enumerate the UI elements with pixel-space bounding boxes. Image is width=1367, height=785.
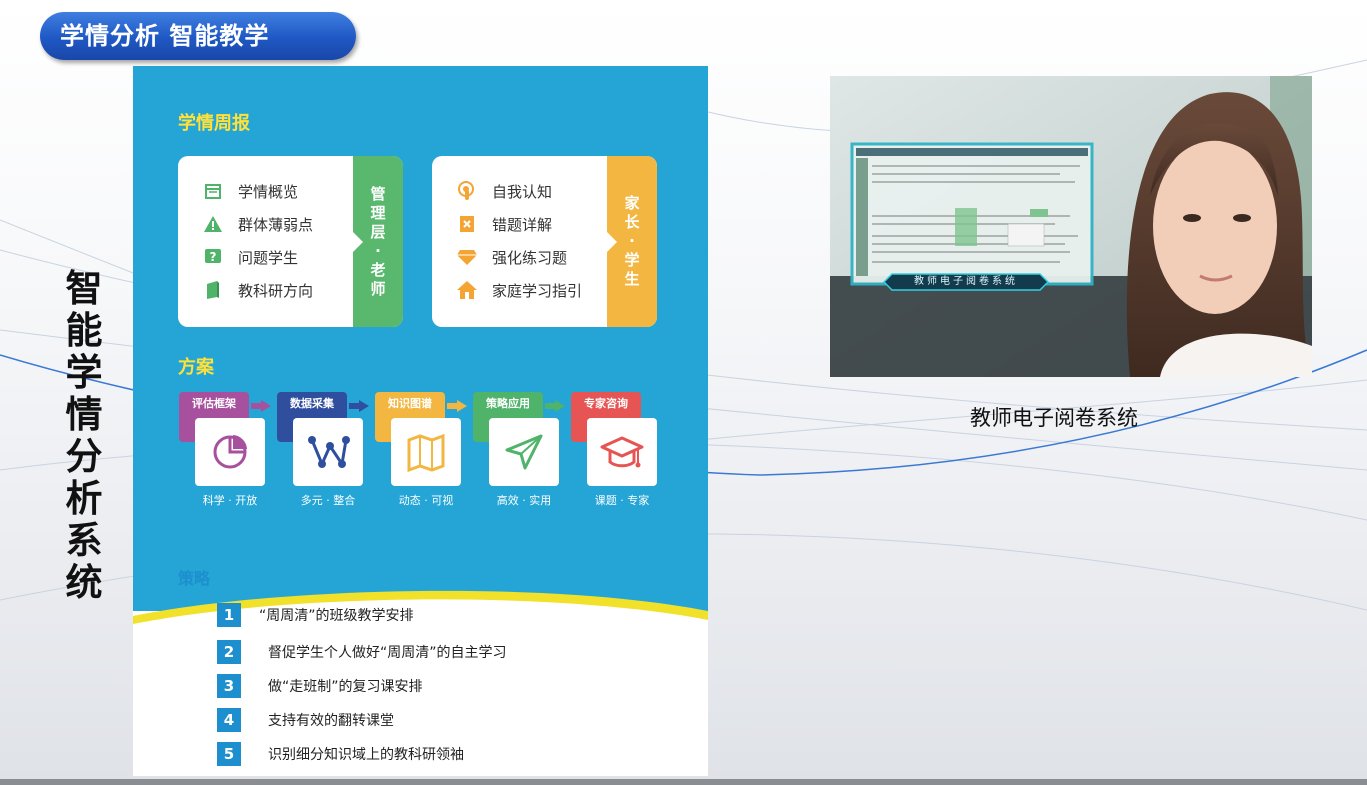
strategy-item: 2 督促学生个人做好“周周清”的自主学习: [217, 640, 507, 664]
parent-item-label: 强化练习题: [492, 248, 568, 267]
strategy-item: 3 做“走班制”的复习课安排: [217, 674, 423, 698]
tag-char: 学: [624, 251, 640, 269]
teacher-photo: 教师电子阅卷系统: [830, 76, 1312, 377]
header-title: 学情分析 智能教学: [60, 22, 270, 50]
management-item: 学情概览: [202, 178, 298, 204]
strategy-number: 2: [217, 640, 241, 664]
poster-blue-section: [133, 66, 708, 611]
management-item: 群体薄弱点: [202, 211, 313, 237]
tag-char: ·: [629, 232, 635, 250]
step-label: 评估框架: [192, 397, 236, 410]
infographic-poster: 学情周报 学情概览 群体薄弱点 ? 问题学生 教科研方向 管 理 层 · 老 师…: [133, 66, 708, 776]
side-title-char: 情: [65, 393, 103, 436]
parent-item: 家庭学习指引: [456, 277, 582, 303]
parent-item: 错题详解: [456, 211, 552, 237]
tag-char: 老: [370, 260, 386, 279]
tag-char: 层: [370, 222, 386, 241]
parent-item-label: 自我认知: [492, 182, 553, 201]
management-item-label: 学情概览: [238, 182, 299, 201]
arrow-icon: [555, 400, 565, 412]
photo-caption: 教师电子阅卷系统: [970, 406, 1138, 430]
tag-char: 师: [370, 279, 386, 298]
strategy-text: 识别细分知识域上的教科研领袖: [268, 747, 464, 763]
parent-notch: [607, 232, 617, 252]
step-caption: 课题 · 专家: [594, 494, 650, 507]
arrow-icon: [457, 400, 467, 412]
svg-text:?: ?: [210, 250, 217, 264]
step-caption: 动态 · 可视: [398, 494, 454, 507]
strategy-item: 4 支持有效的翻转课堂: [217, 708, 394, 732]
network-icon: [293, 418, 363, 486]
weekly-report-title: 学情周报: [178, 113, 250, 134]
tag-char: 理: [370, 203, 386, 222]
header-title-pill: 学情分析 智能教学: [40, 12, 356, 60]
side-vertical-title: 智 能 学 情 分 析 系 统: [62, 268, 106, 604]
strategy-text: 督促学生个人做好“周周清”的自主学习: [268, 645, 507, 661]
step-label: 知识图谱: [388, 397, 432, 410]
strategy-item: 1 “周周清”的班级教学安排: [217, 603, 414, 627]
parent-item-label: 错题详解: [492, 215, 553, 234]
arrow-icon: [359, 400, 369, 412]
photo-illustration: [830, 76, 1312, 377]
tag-char: 生: [624, 270, 640, 288]
management-card: 学情概览 群体薄弱点 ? 问题学生 教科研方向 管 理 层 · 老 师: [178, 156, 403, 327]
plan-title: 方案: [178, 357, 214, 378]
step-label: 策略应用: [486, 397, 530, 410]
management-item: ? 问题学生: [202, 244, 298, 270]
management-item-label: 群体薄弱点: [238, 215, 314, 234]
send-icon: [489, 418, 559, 486]
step-label: 数据采集: [290, 397, 334, 410]
parent-item: 自我认知: [456, 178, 552, 204]
parent-card: 自我认知 错题详解 强化练习题 家庭学习指引 家 长 · 学 生: [432, 156, 657, 327]
side-title-char: 学: [65, 351, 103, 394]
side-title-char: 能: [65, 309, 103, 352]
strategy-number: 5: [217, 742, 241, 766]
step-label: 专家咨询: [584, 397, 628, 410]
side-title-char: 系: [65, 519, 103, 562]
calendar-icon: [202, 180, 224, 202]
step-caption: 科学 · 开放: [202, 494, 258, 507]
strategy-number: 1: [217, 603, 241, 627]
management-notch: [353, 232, 363, 252]
side-title-char: 析: [65, 477, 103, 520]
warning-icon: [202, 213, 224, 235]
map-icon: [391, 418, 461, 486]
management-item-label: 问题学生: [238, 248, 299, 267]
parent-item-label: 家庭学习指引: [492, 281, 583, 300]
question-icon: ?: [202, 246, 224, 268]
strategy-text: 做“走班制”的复习课安排: [268, 679, 423, 695]
management-item: 教科研方向: [202, 277, 313, 303]
bottom-bar: [0, 779, 1367, 785]
home-icon: [456, 279, 478, 301]
side-title-char: 智: [65, 267, 103, 310]
step-caption: 高效 · 实用: [496, 494, 552, 507]
strategy-number: 3: [217, 674, 241, 698]
touch-icon: [456, 180, 478, 202]
photo-overlay-label: 教师电子阅卷系统: [914, 276, 1018, 287]
graduation-cap-icon: [587, 418, 657, 486]
step-caption: 多元 · 整合: [300, 494, 356, 507]
arrow-icon: [261, 400, 271, 412]
side-title-char: 分: [65, 435, 103, 478]
tag-char: ·: [375, 241, 381, 260]
strategy-item: 5 识别细分知识域上的教科研领袖: [217, 742, 464, 766]
strategy-number: 4: [217, 708, 241, 732]
diamond-icon: [456, 246, 478, 268]
strategy-text: 支持有效的翻转课堂: [268, 713, 394, 729]
pie-chart-icon: [195, 418, 265, 486]
management-item-label: 教科研方向: [238, 281, 314, 300]
parent-item: 强化练习题: [456, 244, 567, 270]
tag-char: 长: [624, 213, 640, 231]
tag-char: 管: [370, 184, 386, 203]
error-icon: [456, 213, 478, 235]
side-title-char: 统: [65, 561, 103, 604]
strategy-text: “周周清”的班级教学安排: [259, 608, 414, 624]
tag-char: 家: [624, 194, 640, 212]
strategy-title: 策略: [178, 569, 211, 588]
book-icon: [202, 279, 224, 301]
